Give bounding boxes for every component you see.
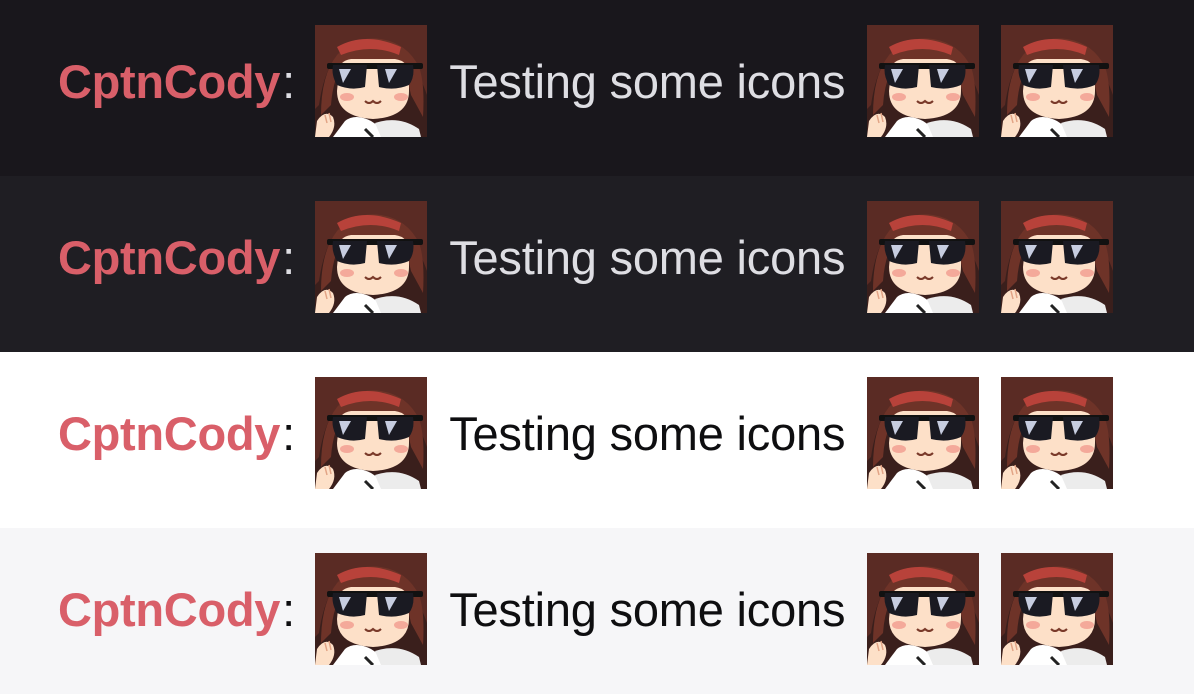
username[interactable]: CptnCody <box>58 406 280 461</box>
username[interactable]: CptnCody <box>58 230 280 285</box>
chat-message-light: CptnCody : Testing some icons <box>0 352 1194 528</box>
chat-message-dark: CptnCody : Testing some icons <box>0 0 1194 176</box>
message-text: Testing some icons <box>449 406 846 460</box>
message-text: Testing some icons <box>449 582 846 636</box>
sunglasses-emote-icon <box>315 553 427 665</box>
sunglasses-emote-icon <box>1001 553 1113 665</box>
sunglasses-emote-icon <box>1001 25 1113 137</box>
message-text: Testing some icons <box>449 230 846 284</box>
username[interactable]: CptnCody <box>58 54 280 109</box>
chat-message-light-alt: CptnCody : Testing some icons <box>0 528 1194 694</box>
sunglasses-emote-icon <box>1001 377 1113 489</box>
chat-line: CptnCody : Testing some icons <box>58 201 1113 313</box>
sunglasses-emote-icon <box>315 25 427 137</box>
chat-line: CptnCody : Testing some icons <box>58 377 1113 489</box>
sunglasses-emote-icon <box>867 25 979 137</box>
separator: : <box>282 230 296 284</box>
sunglasses-emote-icon <box>867 201 979 313</box>
sunglasses-emote-icon <box>867 377 979 489</box>
chat-line: CptnCody : Testing some icons <box>58 553 1113 665</box>
separator: : <box>282 54 296 108</box>
separator: : <box>282 406 296 460</box>
chat-line: CptnCody : Testing some icons <box>58 25 1113 137</box>
sunglasses-emote-icon <box>1001 201 1113 313</box>
sunglasses-emote-icon <box>867 553 979 665</box>
username[interactable]: CptnCody <box>58 582 280 637</box>
message-text: Testing some icons <box>449 54 846 108</box>
chat-message-dark-alt: CptnCody : Testing some icons <box>0 176 1194 352</box>
separator: : <box>282 582 296 636</box>
sunglasses-emote-icon <box>315 377 427 489</box>
sunglasses-emote-icon <box>315 201 427 313</box>
